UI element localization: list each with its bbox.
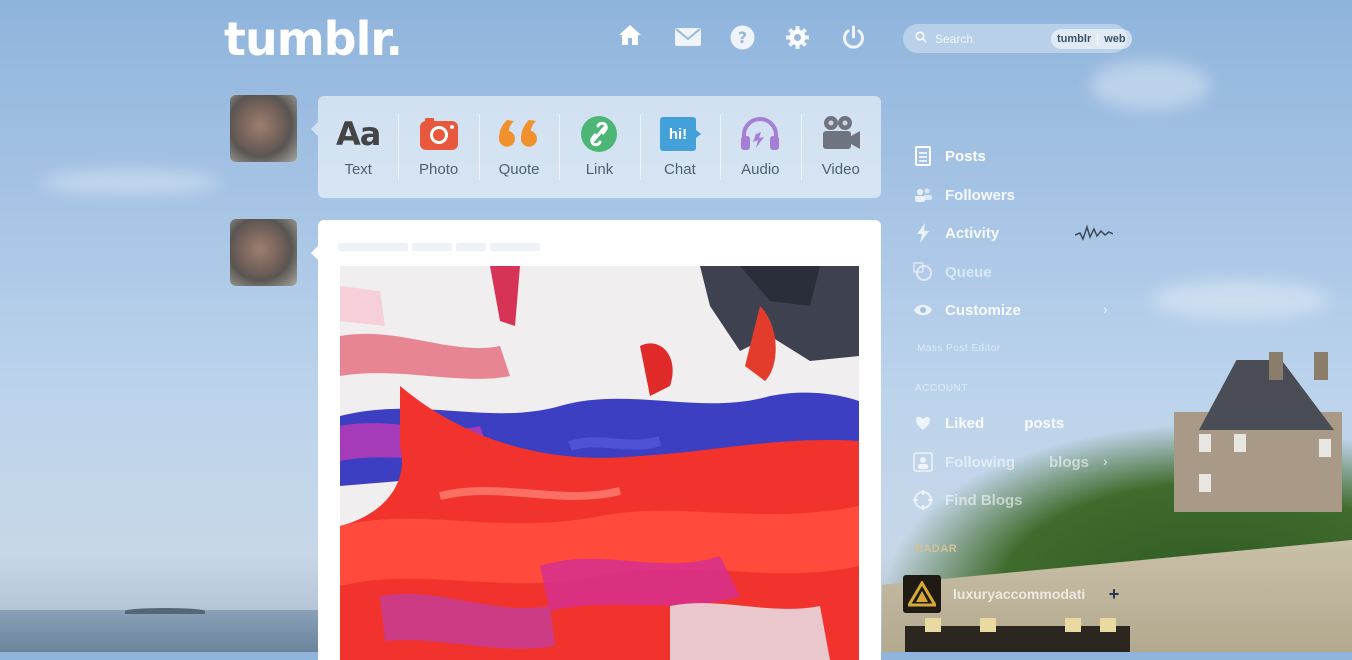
home-icon[interactable] bbox=[618, 24, 646, 52]
post-type-audio[interactable]: Audio bbox=[720, 96, 800, 198]
fence-background bbox=[905, 618, 1130, 652]
following-icon bbox=[913, 452, 933, 472]
lightning-icon bbox=[913, 223, 933, 243]
post-type-video[interactable]: Video bbox=[800, 96, 881, 198]
post-type-text[interactable]: Aa Text bbox=[318, 96, 398, 198]
sidebar-item-activity-label: Activity bbox=[945, 224, 1000, 242]
post-type-quote[interactable]: Quote bbox=[478, 96, 559, 198]
search-scope-tumblr[interactable]: tumblr bbox=[1051, 33, 1097, 45]
follow-plus-icon[interactable]: + bbox=[1105, 585, 1123, 603]
post-header bbox=[338, 238, 558, 251]
sea-background bbox=[0, 610, 330, 652]
help-icon[interactable]: ? bbox=[730, 25, 755, 55]
sidebar-item-find-blogs[interactable]: Find Blogs bbox=[913, 489, 1023, 511]
post-type-audio-label: Audio bbox=[741, 161, 780, 178]
post-type-link-label: Link bbox=[585, 161, 614, 178]
post-type-photo[interactable]: Photo bbox=[398, 96, 478, 198]
sidebar-item-liked-suffix: posts bbox=[1024, 414, 1065, 432]
document-icon bbox=[913, 146, 933, 166]
link-icon bbox=[580, 113, 618, 155]
search-scope-web[interactable]: web bbox=[1097, 32, 1131, 45]
user-avatar[interactable] bbox=[230, 95, 297, 162]
sidebar-item-followers[interactable]: Followers bbox=[913, 184, 1015, 206]
eye-icon bbox=[913, 300, 933, 320]
people-icon bbox=[913, 185, 933, 205]
camera-icon bbox=[419, 113, 459, 155]
chat-icon: hi! bbox=[659, 113, 701, 155]
sidebar-item-customize-label: Customize bbox=[945, 301, 1021, 319]
power-icon[interactable] bbox=[841, 25, 866, 55]
chevron-right-icon: › bbox=[1103, 301, 1108, 317]
search-icon bbox=[915, 30, 927, 48]
account-section-header: ACCOUNT bbox=[915, 383, 968, 394]
queue-icon bbox=[913, 262, 933, 282]
post-type-text-label: Text bbox=[344, 161, 372, 178]
cloud bbox=[1150, 280, 1330, 320]
post-type-photo-label: Photo bbox=[419, 161, 459, 178]
sidebar-item-liked[interactable]: Liked posts bbox=[913, 412, 1064, 434]
headphones-icon bbox=[739, 113, 781, 155]
sidebar-item-activity[interactable]: Activity bbox=[913, 222, 999, 244]
dashboard-post bbox=[318, 220, 881, 660]
sidebar-item-following-suffix: blogs bbox=[1048, 453, 1089, 471]
radar-blog[interactable]: luxuryaccommodati bbox=[903, 575, 1093, 613]
island-background bbox=[125, 608, 205, 614]
sidebar-item-customize[interactable]: Customize bbox=[913, 299, 1021, 321]
svg-text:?: ? bbox=[738, 28, 747, 47]
post-author-avatar[interactable] bbox=[230, 219, 297, 286]
house-background bbox=[1174, 352, 1342, 512]
post-type-bar: Aa Text Photo Quote Link hi! Chat Audio bbox=[318, 96, 881, 198]
sidebar-item-queue-label: Queue bbox=[945, 263, 992, 281]
post-type-quote-label: Quote bbox=[498, 161, 540, 178]
activity-sparkline-icon bbox=[1074, 223, 1114, 248]
post-type-link[interactable]: Link bbox=[559, 96, 639, 198]
quote-icon bbox=[498, 113, 540, 155]
post-photo[interactable] bbox=[340, 266, 859, 660]
sidebar-item-queue[interactable]: Queue bbox=[913, 261, 992, 283]
radar-title: RADAR bbox=[915, 543, 958, 555]
sidebar-item-posts-label: Posts bbox=[945, 147, 986, 165]
chevron-right-icon: › bbox=[1103, 453, 1108, 469]
search-bar[interactable]: tumblr web bbox=[903, 24, 1132, 53]
post-pointer bbox=[311, 246, 318, 260]
sidebar-item-liked-label: Liked bbox=[945, 414, 985, 432]
sidebar-item-mass-post-editor[interactable]: Mass Post Editor bbox=[917, 343, 1001, 354]
svg-text:hi!: hi! bbox=[669, 126, 687, 143]
text-icon: Aa bbox=[336, 115, 381, 153]
mail-icon[interactable] bbox=[674, 26, 702, 53]
cloud bbox=[40, 170, 220, 194]
radar-blog-avatar bbox=[903, 575, 941, 613]
tumblr-logo[interactable]: tumblr. bbox=[224, 12, 403, 66]
sidebar-item-posts[interactable]: Posts bbox=[913, 145, 986, 167]
sidebar-item-followers-label: Followers bbox=[945, 186, 1016, 204]
sidebar-item-find-blogs-label: Find Blogs bbox=[945, 491, 1023, 509]
post-type-chat-label: Chat bbox=[664, 161, 696, 178]
gear-icon[interactable] bbox=[785, 25, 810, 55]
sidebar-item-following[interactable]: Following blogs bbox=[913, 451, 1089, 473]
cloud bbox=[1090, 60, 1210, 110]
compass-icon bbox=[913, 490, 933, 510]
radar-blog-name: luxuryaccommodati bbox=[953, 586, 1086, 602]
search-input[interactable] bbox=[927, 30, 1047, 47]
post-type-chat[interactable]: hi! Chat bbox=[639, 96, 720, 198]
video-camera-icon bbox=[821, 113, 861, 155]
sidebar-item-following-label: Following bbox=[945, 453, 1015, 471]
post-type-video-label: Video bbox=[821, 161, 860, 178]
search-scope-toggle[interactable]: tumblr web bbox=[1051, 28, 1132, 49]
avatar-pointer bbox=[311, 122, 318, 136]
heart-icon bbox=[913, 413, 933, 433]
